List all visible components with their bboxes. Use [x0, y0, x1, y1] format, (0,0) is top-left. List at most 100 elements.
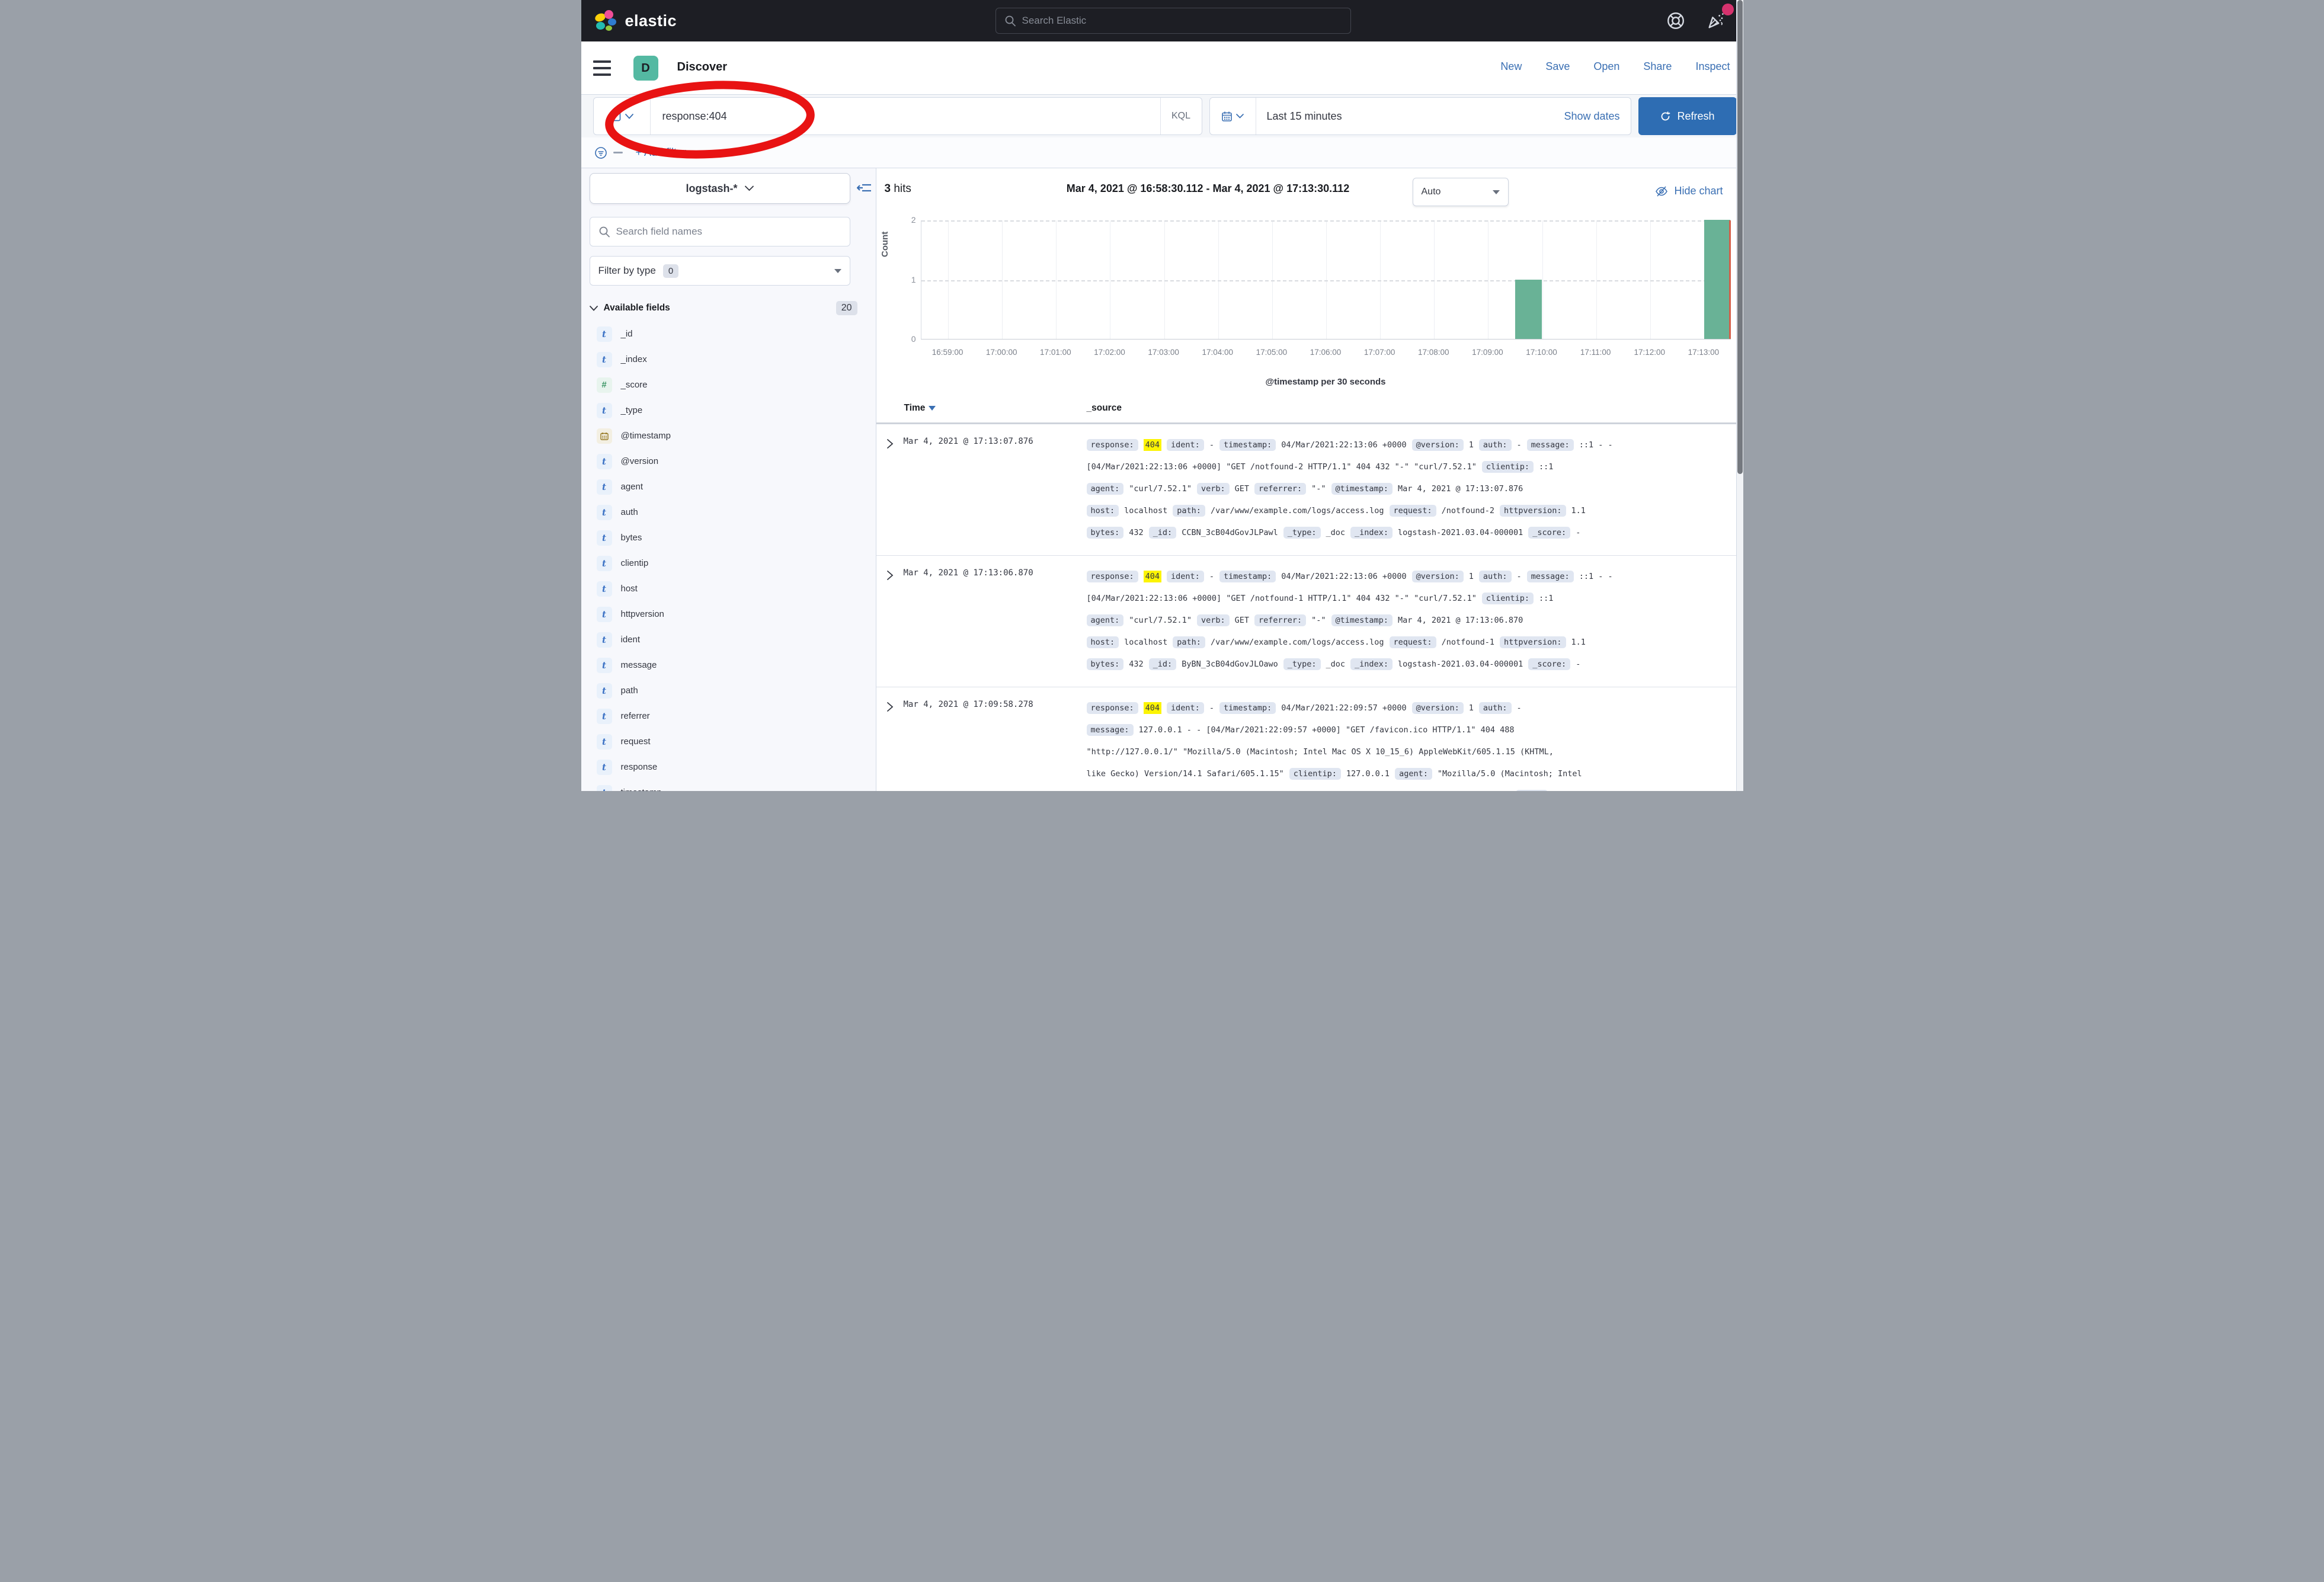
field-value: logstash-2021.03.04-000001 — [1398, 659, 1523, 669]
field-item-response[interactable]: t response — [590, 754, 858, 780]
menu-icon[interactable] — [593, 60, 611, 76]
x-tick-label: 17:08:00 — [1407, 348, 1460, 357]
row-timestamp: Mar 4, 2021 @ 17:09:58.278 — [904, 700, 1033, 709]
text-field-icon: t — [597, 530, 612, 546]
refresh-button[interactable]: Refresh — [1638, 97, 1737, 135]
field-item-referrer[interactable]: treferrer — [590, 703, 858, 729]
field-value: - — [1517, 703, 1522, 713]
field-value: Mar 4, 2021 @ 17:13:07.876 — [1398, 484, 1523, 494]
eye-slash-icon — [1655, 185, 1668, 197]
field-value: - — [1209, 703, 1214, 713]
saved-query-menu-button[interactable] — [594, 98, 651, 134]
field-badge: ident: — [1167, 571, 1204, 582]
histogram-bar[interactable] — [1515, 280, 1542, 340]
field-item-bytes[interactable]: tbytes — [590, 525, 858, 550]
histogram-bar[interactable] — [1704, 220, 1731, 339]
field-item-clientip[interactable]: tclientip — [590, 550, 858, 576]
query-language-button[interactable]: KQL — [1160, 98, 1202, 134]
field-name: _id — [621, 329, 633, 339]
field-value: 1 — [1469, 703, 1474, 713]
hide-chart-button[interactable]: Hide chart — [1655, 185, 1723, 197]
field-item-auth[interactable]: tauth — [590, 499, 858, 525]
field-value: localhost — [1124, 506, 1167, 515]
share-button[interactable]: Share — [1643, 60, 1672, 73]
field-item-httpversion[interactable]: thttpversion — [590, 601, 858, 627]
field-badge: auth: — [1479, 702, 1512, 714]
elastic-brand[interactable]: elastic — [594, 9, 677, 33]
field-value: 1 — [1469, 572, 1474, 581]
table-rows: Mar 4, 2021 @ 17:13:07.876response:404id… — [876, 424, 1736, 791]
field-item-timestamp[interactable]: ttimestamp — [590, 780, 858, 791]
inspect-button[interactable]: Inspect — [1695, 60, 1730, 73]
x-tick-label: 17:03:00 — [1137, 348, 1190, 357]
global-header: elastic Search Elastic — [581, 0, 1743, 41]
index-pattern-selector[interactable]: logstash-* — [590, 173, 850, 204]
field-value: ::1 - - — [1579, 572, 1613, 581]
available-fields-label: Available fields — [604, 303, 670, 313]
time-range-value[interactable]: Last 15 minutes — [1256, 110, 1564, 123]
scrollbar-thumb[interactable] — [1737, 0, 1743, 474]
field-item-_score[interactable]: #_score — [590, 372, 858, 398]
text-field-icon: t — [597, 760, 612, 775]
field-value: - — [1576, 659, 1580, 669]
field-value: CCBN_3cB04dGovJLPawl — [1182, 528, 1278, 537]
help-icon[interactable] — [1666, 11, 1686, 31]
field-value: ByBN_3cB04dGovJLOawo — [1182, 659, 1278, 669]
field-item-_type[interactable]: t_type — [590, 398, 858, 423]
text-field-icon: t — [597, 658, 612, 673]
field-badge: bytes: — [1087, 658, 1124, 670]
field-item-message[interactable]: tmessage — [590, 652, 858, 678]
field-badge: request: — [1390, 636, 1436, 648]
filter-icon[interactable] — [594, 146, 607, 159]
available-fields-header[interactable]: Available fields 20 — [590, 301, 857, 315]
field-value: _doc — [1326, 659, 1346, 669]
field-item-request[interactable]: trequest — [590, 729, 858, 754]
filter-by-type-dropdown[interactable]: Filter by type 0 — [590, 256, 850, 286]
field-badge: ident: — [1167, 702, 1204, 714]
field-badge: httpversion: — [1500, 505, 1566, 517]
highlighted-value: 404 — [1144, 702, 1161, 714]
save-button[interactable]: Save — [1545, 60, 1570, 73]
field-item-agent[interactable]: tagent — [590, 474, 858, 499]
field-badge: agent: — [1087, 483, 1124, 495]
newsfeed-icon[interactable] — [1706, 11, 1726, 31]
row-source: response:404ident:-timestamp:04/Mar/2021… — [1087, 697, 1731, 791]
text-field-icon: t — [597, 581, 612, 597]
documents-table: Time _source Mar 4, 2021 @ 17:13:07.876r… — [876, 401, 1736, 791]
field-badge: path: — [1173, 636, 1205, 648]
global-search-input[interactable]: Search Elastic — [995, 8, 1351, 34]
time-picker-calendar-button[interactable] — [1210, 98, 1256, 134]
column-header-source[interactable]: _source — [1087, 403, 1122, 414]
collapse-sidebar-icon[interactable] — [857, 180, 872, 196]
field-badge: @version: — [1412, 571, 1464, 582]
field-name: response — [621, 762, 658, 772]
field-value: "-" — [1311, 616, 1326, 625]
expand-row-icon[interactable] — [886, 438, 894, 449]
new-button[interactable]: New — [1500, 60, 1522, 73]
add-filter-button[interactable]: + Add filter — [636, 146, 687, 159]
saved-query-icon — [610, 110, 622, 122]
query-input[interactable]: response:404 — [651, 98, 1160, 134]
expand-row-icon[interactable] — [886, 702, 894, 712]
expand-row-icon[interactable] — [886, 570, 894, 581]
field-item-_index[interactable]: t_index — [590, 347, 858, 372]
sort-desc-icon — [929, 406, 936, 411]
field-item-_id[interactable]: t_id — [590, 321, 858, 347]
field-badge: _id: — [1149, 527, 1177, 539]
field-search-input[interactable]: Search field names — [590, 217, 850, 246]
column-header-time[interactable]: Time — [904, 403, 936, 414]
open-button[interactable]: Open — [1593, 60, 1619, 73]
field-item-@timestamp[interactable]: @timestamp — [590, 423, 858, 449]
interval-select[interactable]: Auto — [1413, 178, 1509, 206]
results-panel: 3 hits Mar 4, 2021 @ 16:58:30.112 - Mar … — [876, 168, 1736, 791]
field-item-@version[interactable]: t@version — [590, 449, 858, 474]
field-item-host[interactable]: thost — [590, 576, 858, 601]
field-search-placeholder: Search field names — [616, 226, 703, 238]
space-avatar[interactable]: D — [633, 56, 658, 81]
field-item-ident[interactable]: tident — [590, 627, 858, 652]
field-item-path[interactable]: tpath — [590, 678, 858, 703]
endzone-marker — [1729, 220, 1731, 339]
x-tick-label: 17:10:00 — [1515, 348, 1568, 357]
x-tick-label: 17:05:00 — [1245, 348, 1298, 357]
show-dates-button[interactable]: Show dates — [1564, 110, 1630, 123]
